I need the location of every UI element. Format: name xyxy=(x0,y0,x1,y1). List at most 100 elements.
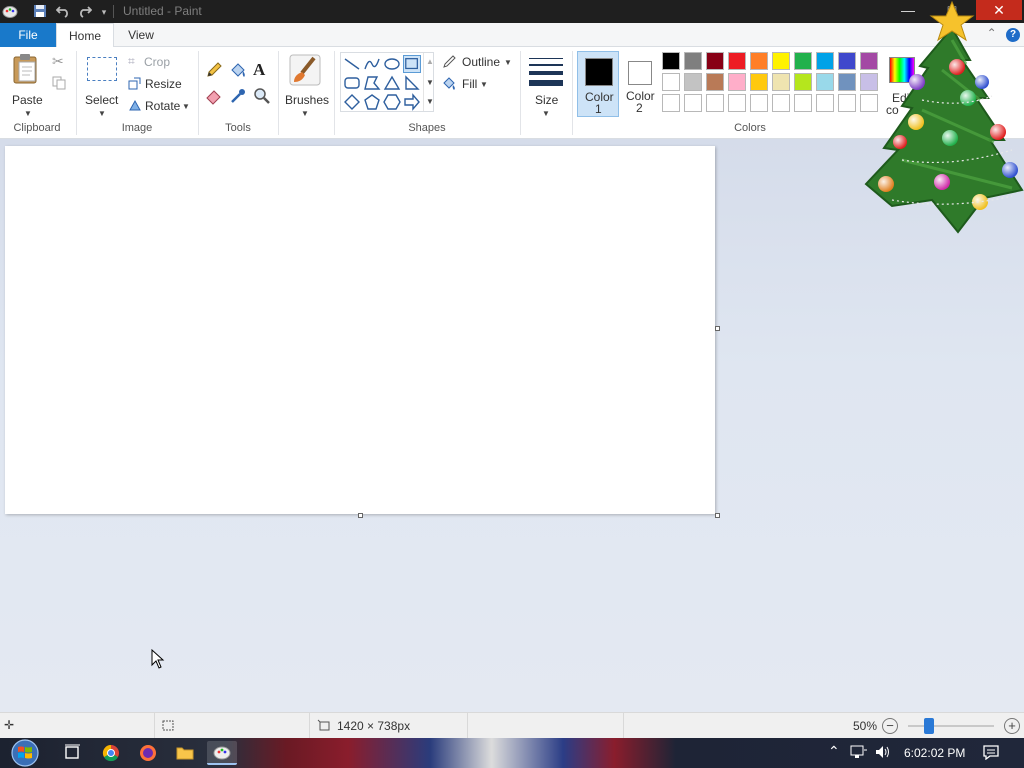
palette-swatch[interactable] xyxy=(860,73,878,91)
pencil-icon[interactable] xyxy=(205,61,223,79)
palette-swatch[interactable] xyxy=(860,94,878,112)
tab-view[interactable]: View xyxy=(114,23,168,47)
eraser-icon[interactable] xyxy=(205,87,223,105)
color1-button[interactable]: Color 1 xyxy=(577,51,619,117)
text-tool-icon[interactable]: A xyxy=(253,60,271,79)
palette-swatch[interactable] xyxy=(662,52,680,70)
paint-app-icon[interactable] xyxy=(2,3,18,19)
paste-button[interactable]: Paste ▼ xyxy=(6,51,48,118)
palette-swatch[interactable] xyxy=(706,94,724,112)
palette-swatch[interactable] xyxy=(662,73,680,91)
zoom-out-button[interactable]: − xyxy=(882,718,898,734)
volume-icon[interactable] xyxy=(874,744,892,763)
zoom-slider-thumb[interactable] xyxy=(924,718,934,734)
diamond-shape-icon[interactable] xyxy=(343,93,361,111)
palette-swatch[interactable] xyxy=(794,52,812,70)
triangle-shape-icon[interactable] xyxy=(383,74,401,92)
palette-swatch[interactable] xyxy=(772,52,790,70)
fill-button[interactable]: Fill ▼ xyxy=(442,76,492,92)
close-button[interactable]: ✕ xyxy=(976,0,1022,20)
redo-icon[interactable] xyxy=(77,4,93,20)
palette-swatch[interactable] xyxy=(816,52,834,70)
file-explorer-icon[interactable] xyxy=(170,741,200,765)
hexagon-shape-icon[interactable] xyxy=(383,93,401,111)
canvas-resize-handle-bottom[interactable] xyxy=(358,513,363,518)
fill-bucket-icon[interactable] xyxy=(229,61,247,79)
tab-home[interactable]: Home xyxy=(56,23,114,48)
palette-swatch[interactable] xyxy=(772,73,790,91)
action-center-icon[interactable] xyxy=(982,744,1000,763)
canvas-resize-handle-corner[interactable] xyxy=(715,513,720,518)
polygon-shape-icon[interactable] xyxy=(363,74,381,92)
edit-colors-button[interactable]: Edit co xyxy=(886,51,922,117)
collapse-ribbon-icon[interactable]: ⌃ xyxy=(987,26,997,40)
palette-swatch[interactable] xyxy=(794,73,812,91)
palette-swatch[interactable] xyxy=(860,52,878,70)
start-button[interactable] xyxy=(8,738,46,768)
palette-swatch[interactable] xyxy=(706,52,724,70)
rotate-button[interactable]: Rotate ▼ xyxy=(128,98,192,114)
color-picker-icon[interactable] xyxy=(229,87,247,105)
zoom-in-button[interactable]: + xyxy=(1004,718,1020,734)
palette-swatch[interactable] xyxy=(838,52,856,70)
palette-swatch[interactable] xyxy=(750,52,768,70)
copy-icon[interactable] xyxy=(52,76,68,92)
palette-swatch[interactable] xyxy=(816,94,834,112)
customize-quick-access-icon[interactable]: ▾ xyxy=(96,4,112,20)
palette-swatch[interactable] xyxy=(750,73,768,91)
save-icon[interactable] xyxy=(32,4,48,20)
curve-shape-icon[interactable] xyxy=(363,55,381,73)
palette-swatch[interactable] xyxy=(728,94,746,112)
size-button[interactable]: Size ▼ xyxy=(526,51,566,118)
network-icon[interactable] xyxy=(850,744,868,763)
select-button[interactable]: Select ▼ xyxy=(82,51,122,118)
palette-swatch[interactable] xyxy=(838,73,856,91)
resize-button[interactable]: Resize xyxy=(128,76,188,92)
help-icon[interactable]: ? xyxy=(1006,28,1020,42)
pentagon-shape-icon[interactable] xyxy=(363,93,381,111)
show-hidden-icons-icon[interactable]: ⌃ xyxy=(828,743,840,760)
palette-swatch[interactable] xyxy=(838,94,856,112)
palette-swatch[interactable] xyxy=(684,94,702,112)
more-shapes-icon[interactable]: ▼ xyxy=(426,97,434,106)
palette-swatch[interactable] xyxy=(750,94,768,112)
canvas-resize-handle-right[interactable] xyxy=(715,326,720,331)
color2-button[interactable]: Color 2 xyxy=(620,51,662,117)
minimize-button[interactable]: — xyxy=(886,0,930,20)
magnifier-icon[interactable] xyxy=(253,87,271,105)
maximize-button[interactable]: □ xyxy=(930,0,974,20)
outline-button[interactable]: Outline ▼ xyxy=(442,54,514,70)
rectangle-shape-icon[interactable] xyxy=(403,55,421,73)
right-arrow-shape-icon[interactable] xyxy=(403,93,421,111)
scroll-down-icon[interactable]: ▼ xyxy=(426,78,434,87)
resize-label: Resize xyxy=(145,77,182,91)
canvas-workspace[interactable] xyxy=(0,139,1024,712)
undo-icon[interactable] xyxy=(55,4,71,20)
palette-swatch[interactable] xyxy=(684,52,702,70)
line-shape-icon[interactable] xyxy=(343,55,361,73)
clock[interactable]: 6:02:02 PM xyxy=(904,746,965,760)
palette-swatch[interactable] xyxy=(816,73,834,91)
palette-swatch[interactable] xyxy=(662,94,680,112)
right-triangle-shape-icon[interactable] xyxy=(403,74,421,92)
crop-button[interactable]: ⌗ Crop xyxy=(128,54,188,70)
shapes-scrollbar[interactable]: ▲ ▼ ▼ xyxy=(423,53,434,111)
task-view-icon[interactable] xyxy=(58,741,88,765)
zoom-slider-track[interactable] xyxy=(908,725,994,727)
brushes-button[interactable]: Brushes ▼ xyxy=(282,51,329,118)
palette-swatch[interactable] xyxy=(794,94,812,112)
palette-swatch[interactable] xyxy=(706,73,724,91)
palette-swatch[interactable] xyxy=(728,73,746,91)
scroll-up-icon[interactable]: ▲ xyxy=(426,57,434,66)
cut-icon[interactable]: ✂ xyxy=(52,53,68,69)
firefox-icon[interactable] xyxy=(133,741,163,765)
chrome-icon[interactable] xyxy=(96,741,126,765)
paint-taskbar-icon[interactable] xyxy=(207,741,237,765)
rounded-rectangle-shape-icon[interactable] xyxy=(343,74,361,92)
palette-swatch[interactable] xyxy=(772,94,790,112)
oval-shape-icon[interactable] xyxy=(383,55,401,73)
drawing-canvas[interactable] xyxy=(5,146,715,514)
palette-swatch[interactable] xyxy=(684,73,702,91)
tab-file[interactable]: File xyxy=(0,23,56,47)
palette-swatch[interactable] xyxy=(728,52,746,70)
